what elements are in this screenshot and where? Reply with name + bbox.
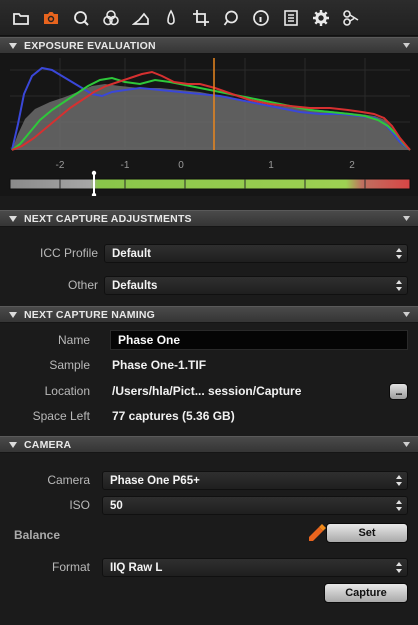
icc-profile-value: Default (112, 247, 151, 260)
sample-label: Sample (49, 358, 90, 372)
capture-button[interactable]: Capture (324, 583, 408, 603)
updown-arrows-icon (396, 248, 402, 259)
updown-arrows-icon (396, 280, 402, 291)
format-label: Format (51, 560, 90, 574)
batch-tab[interactable] (338, 6, 364, 30)
crop-tab[interactable] (188, 6, 214, 30)
section-title: CAMERA (24, 438, 72, 451)
name-value: Phase One (118, 333, 181, 347)
loupe-tab[interactable] (68, 6, 94, 30)
iso-value: 50 (110, 499, 123, 512)
other-value: Defaults (112, 279, 158, 292)
location-label: Location (44, 384, 90, 398)
collapse-triangle-icon (9, 311, 17, 318)
space-left-label: Space Left (32, 409, 90, 423)
icc-profile-select[interactable]: Default (104, 244, 408, 263)
drop-icon (167, 8, 175, 25)
choose-location-label: ... (395, 385, 402, 398)
iso-label: ISO (69, 498, 90, 512)
set-balance-button[interactable]: Set (326, 523, 408, 543)
luminance-area (12, 84, 410, 150)
camera-label: Camera (47, 473, 90, 487)
exposure-tab[interactable] (128, 6, 154, 30)
other-select[interactable]: Defaults (104, 276, 408, 295)
settings-tab[interactable] (308, 6, 334, 30)
camera-value: Phase One P65+ (110, 474, 200, 487)
collapse-triangle-icon (9, 441, 17, 448)
section-menu-icon[interactable] (403, 43, 410, 49)
tick-label: -1 (121, 160, 130, 171)
speech-bubble-icon (223, 10, 238, 26)
section-menu-icon[interactable] (403, 312, 410, 318)
icc-profile-label: ICC Profile (39, 246, 98, 260)
updown-arrows-icon (396, 562, 402, 573)
exposure-evaluation-header[interactable]: EXPOSURE EVALUATION (0, 37, 418, 54)
metadata-tab[interactable] (248, 6, 274, 30)
location-row: Location /Users/hla/Pict... session/Capt… (0, 381, 418, 401)
collapse-triangle-icon (9, 42, 17, 49)
updown-arrows-icon (396, 500, 402, 511)
name-field[interactable]: Phase One (110, 330, 408, 350)
other-label: Other (67, 278, 98, 292)
sample-value: Phase One-1.TIF (112, 358, 207, 372)
folder-icon (13, 12, 29, 25)
next-capture-naming-header[interactable]: NEXT CAPTURE NAMING (0, 306, 418, 323)
space-left-value: 77 captures (5.36 GB) (112, 409, 235, 423)
section-menu-icon[interactable] (403, 216, 410, 222)
info-icon (253, 9, 269, 26)
color-tab[interactable] (98, 6, 124, 30)
collapse-triangle-icon (9, 215, 17, 222)
tick-label: -2 (56, 160, 65, 171)
tick-label: 0 (178, 160, 184, 171)
section-title: NEXT CAPTURE NAMING (24, 308, 155, 321)
folder-tab[interactable] (8, 6, 34, 30)
camera-header[interactable]: CAMERA (0, 436, 418, 453)
format-value: IIQ Raw L (110, 561, 163, 574)
annotation-tab[interactable] (218, 6, 244, 30)
camera-select[interactable]: Phase One P65+ (102, 471, 408, 490)
eyedropper-icon[interactable] (306, 522, 328, 544)
next-capture-adjustments-header[interactable]: NEXT CAPTURE ADJUSTMENTS (0, 210, 418, 227)
updown-arrows-icon (396, 475, 402, 486)
section-title: EXPOSURE EVALUATION (24, 39, 156, 52)
set-balance-label: Set (358, 527, 376, 539)
balance-label: Balance (13, 528, 60, 542)
tool-tab-bar (0, 0, 418, 36)
output-tab[interactable] (278, 6, 304, 30)
camera-tab[interactable] (38, 6, 64, 30)
sample-row: Sample Phase One-1.TIF (0, 355, 418, 375)
color-circles-icon (103, 9, 119, 25)
capture-label: Capture (345, 587, 387, 599)
gear-icon (313, 9, 329, 26)
exposure-scale-bar (9, 178, 411, 190)
tick-label: 1 (268, 160, 274, 171)
camera-icon (44, 11, 58, 24)
section-title: NEXT CAPTURE ADJUSTMENTS (24, 212, 192, 225)
exposure-histogram: -2 -1 0 1 2 (0, 54, 418, 196)
list-icon (284, 9, 298, 26)
section-menu-icon[interactable] (403, 442, 410, 448)
details-tab[interactable] (158, 6, 184, 30)
space-left-row: Space Left 77 captures (5.36 GB) (0, 406, 418, 426)
choose-location-button[interactable]: ... (389, 383, 408, 400)
loupe-icon (74, 10, 89, 26)
triangle-exposure-icon (132, 12, 149, 25)
crop-icon (193, 9, 209, 26)
iso-select[interactable]: 50 (102, 496, 408, 515)
tick-label: 2 (349, 160, 355, 171)
name-label: Name (57, 333, 90, 347)
scissors-icon (343, 9, 359, 26)
location-value: /Users/hla/Pict... session/Capture (112, 384, 302, 398)
format-select[interactable]: IIQ Raw L (102, 558, 408, 577)
